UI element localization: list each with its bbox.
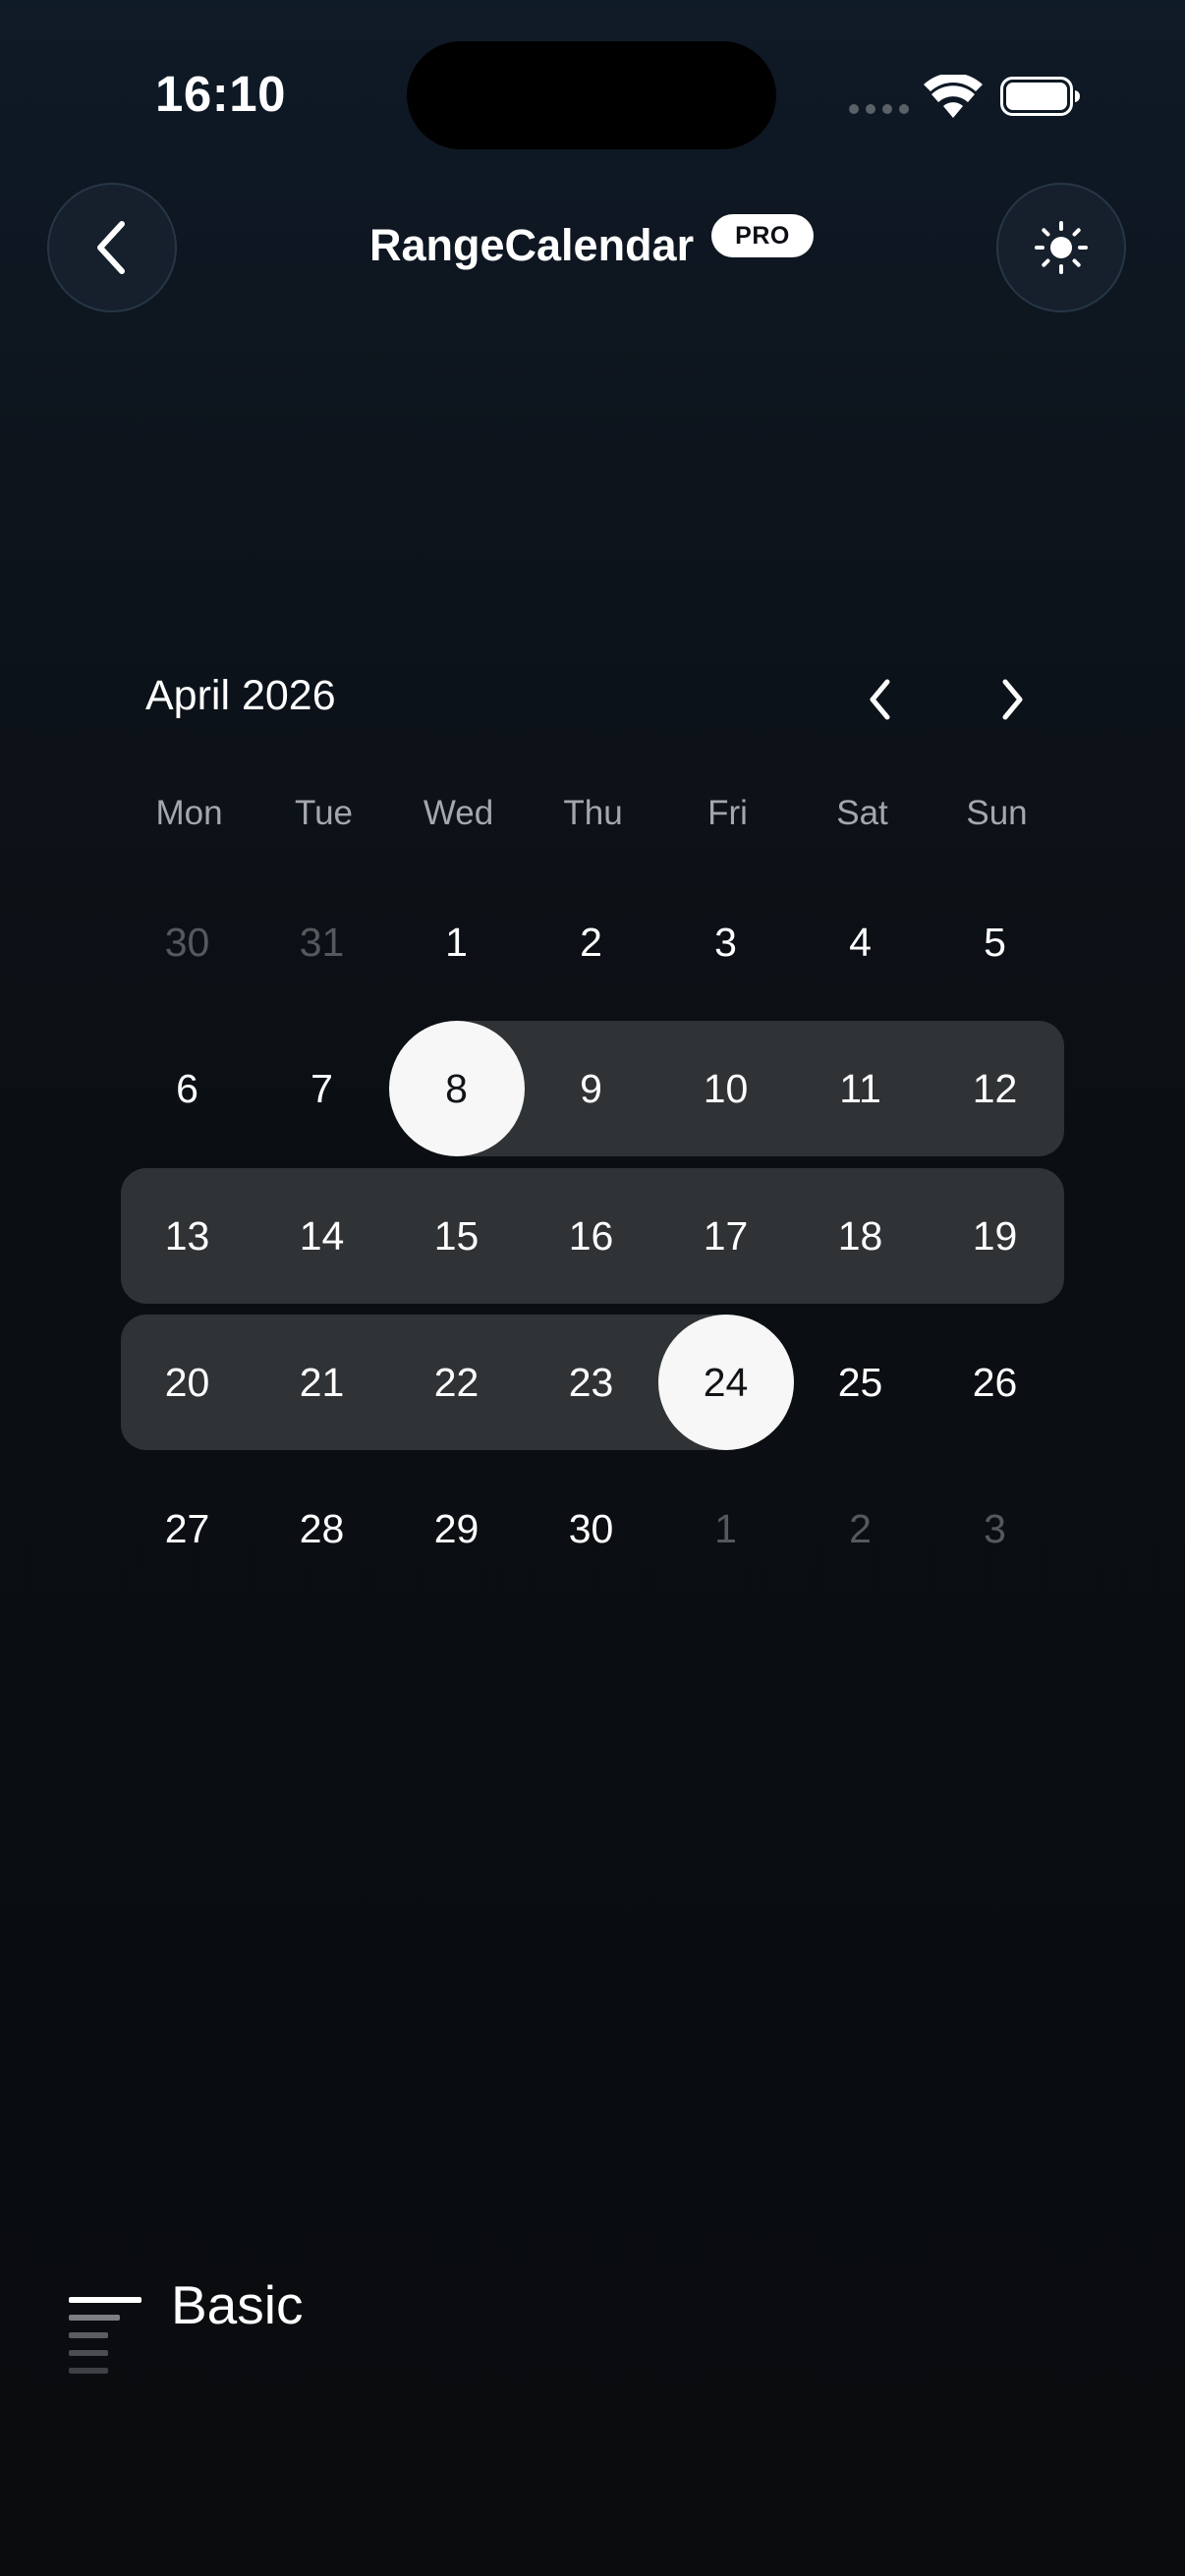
calendar-day[interactable]: 17 — [658, 1168, 793, 1304]
chevron-left-icon — [97, 221, 125, 274]
weekday-label: Thu — [563, 794, 623, 832]
calendar-day[interactable]: 9 — [524, 1021, 658, 1156]
theme-toggle-button[interactable] — [996, 183, 1126, 312]
calendar-day[interactable]: 1 — [658, 1461, 793, 1596]
chevron-right-icon — [1002, 679, 1023, 720]
page-title: RangeCalendar — [369, 220, 695, 270]
calendar-day[interactable]: 18 — [793, 1168, 928, 1304]
calendar-day[interactable]: 31 — [254, 874, 389, 1010]
calendar-day[interactable]: 3 — [928, 1461, 1062, 1596]
status-time: 16:10 — [155, 66, 286, 122]
calendar-day[interactable]: 25 — [793, 1315, 928, 1450]
calendar-day[interactable]: 4 — [793, 874, 928, 1010]
next-month-button[interactable] — [983, 664, 1042, 735]
screen: 16:10 RangeCalendar PRO April 2026 Mon T… — [0, 0, 1185, 2576]
weekday-label: Wed — [423, 794, 494, 832]
weekday-label: Sat — [836, 794, 888, 832]
calendar-day[interactable]: 12 — [928, 1021, 1062, 1156]
range-start-day[interactable]: 8 — [389, 1021, 525, 1156]
calendar-day[interactable]: 29 — [389, 1461, 524, 1596]
signal-dots-icon — [849, 104, 909, 114]
previous-month-button[interactable] — [851, 664, 910, 735]
calendar-day[interactable]: 27 — [120, 1461, 254, 1596]
weekday-header: Mon Tue Wed Thu Fri Sat Sun — [122, 794, 1065, 853]
lines-icon — [69, 2297, 141, 2374]
calendar-day[interactable]: 21 — [254, 1315, 389, 1450]
month-title: April 2026 — [145, 672, 336, 719]
weekday-label: Fri — [707, 794, 748, 832]
calendar-day[interactable]: 20 — [120, 1315, 254, 1450]
calendar-day[interactable]: 13 — [120, 1168, 254, 1304]
calendar-day[interactable]: 15 — [389, 1168, 524, 1304]
calendar-day[interactable]: 6 — [120, 1021, 254, 1156]
calendar-day[interactable]: 16 — [524, 1168, 658, 1304]
calendar-day[interactable]: 30 — [120, 874, 254, 1010]
wifi-icon — [924, 75, 983, 118]
calendar-day[interactable]: 1 — [389, 874, 524, 1010]
calendar-day[interactable]: 28 — [254, 1461, 389, 1596]
calendar-day[interactable]: 7 — [254, 1021, 389, 1156]
chevron-left-icon — [870, 679, 890, 720]
dynamic-island — [407, 41, 776, 149]
weekday-label: Tue — [294, 794, 353, 832]
calendar-day[interactable]: 5 — [928, 874, 1062, 1010]
pro-badge: PRO — [711, 214, 814, 257]
weekday-label: Mon — [155, 794, 223, 832]
battery-icon — [1000, 77, 1080, 116]
back-button[interactable] — [47, 183, 177, 312]
calendar-day[interactable]: 2 — [524, 874, 658, 1010]
calendar-day[interactable]: 14 — [254, 1168, 389, 1304]
calendar-day[interactable]: 22 — [389, 1315, 524, 1450]
calendar-day[interactable]: 26 — [928, 1315, 1062, 1450]
range-end-day[interactable]: 24 — [658, 1315, 794, 1450]
calendar-day[interactable]: 30 — [524, 1461, 658, 1596]
calendar-day[interactable]: 11 — [793, 1021, 928, 1156]
sun-icon — [1035, 221, 1088, 274]
calendar-day[interactable]: 2 — [793, 1461, 928, 1596]
calendar-day[interactable]: 19 — [928, 1168, 1062, 1304]
calendar-day[interactable]: 3 — [658, 874, 793, 1010]
weekday-label: Sun — [966, 794, 1028, 832]
section-label[interactable]: Basic — [171, 2273, 304, 2336]
calendar-day[interactable]: 10 — [658, 1021, 793, 1156]
calendar-day[interactable]: 23 — [524, 1315, 658, 1450]
